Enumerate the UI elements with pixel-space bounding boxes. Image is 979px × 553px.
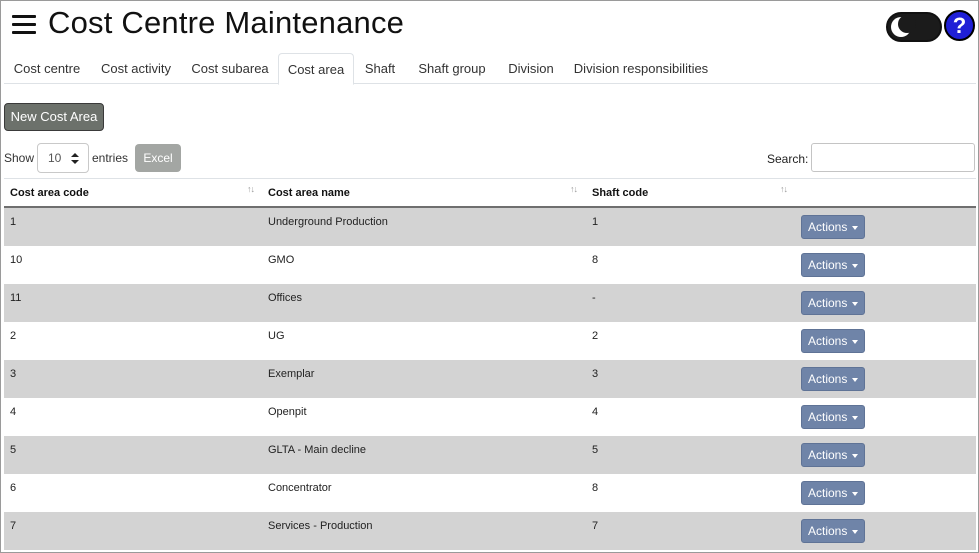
table-row: 2 UG 2 Actions (4, 322, 976, 360)
shaft-code-cell: 1 (592, 216, 599, 228)
cost-area-code-cell: 5 (10, 444, 17, 456)
actions-label: Actions (808, 448, 848, 462)
cost-area-name-cell: UG (268, 330, 285, 342)
actions-label: Actions (808, 372, 848, 386)
shaft-code-cell: 5 (592, 444, 599, 456)
dark-mode-toggle[interactable] (886, 12, 942, 42)
tab-cost-centre[interactable]: Cost centre (4, 53, 90, 84)
cost-area-table: Cost area code ↑↓ Cost area name ↑↓ Shaf… (4, 178, 976, 550)
shaft-code-cell: 2 (592, 330, 599, 342)
shaft-code-cell: 7 (592, 520, 599, 532)
actions-label: Actions (808, 410, 848, 424)
cost-area-code-cell: 4 (10, 406, 17, 418)
cost-area-name-cell: GMO (268, 254, 295, 266)
entries-value: 10 (48, 151, 62, 165)
caret-down-icon (852, 378, 858, 382)
table-row: 10 GMO 8 Actions (4, 246, 976, 284)
table-row: 7 Services - Production 7 Actions (4, 512, 976, 550)
search-input[interactable] (811, 143, 975, 172)
tab-bar: Cost centre Cost activity Cost subarea C… (4, 53, 976, 85)
sort-icon[interactable]: ↑↓ (780, 184, 788, 194)
actions-dropdown-button[interactable]: Actions (801, 215, 865, 239)
cost-area-code-cell: 11 (10, 292, 22, 304)
actions-label: Actions (808, 524, 848, 538)
hamburger-menu-icon[interactable] (12, 15, 36, 35)
actions-dropdown-button[interactable]: Actions (801, 291, 865, 315)
table-row: 5 GLTA - Main decline 5 Actions (4, 436, 976, 474)
tab-cost-area[interactable]: Cost area (278, 53, 354, 85)
actions-dropdown-button[interactable]: Actions (801, 329, 865, 353)
sort-icon[interactable]: ↑↓ (247, 184, 255, 194)
table-row: 6 Concentrator 8 Actions (4, 474, 976, 512)
cost-area-name-cell: Underground Production (268, 216, 388, 228)
cost-area-name-cell: GLTA - Main decline (268, 444, 367, 456)
shaft-code-cell: 4 (592, 406, 599, 418)
caret-down-icon (852, 454, 858, 458)
cost-area-name-cell: Openpit (268, 406, 307, 418)
sort-icon[interactable]: ↑↓ (570, 184, 578, 194)
tab-division-responsibilities[interactable]: Division responsibilities (564, 53, 718, 84)
actions-label: Actions (808, 296, 848, 310)
tab-division[interactable]: Division (498, 53, 564, 84)
actions-label: Actions (808, 220, 848, 234)
table-row: 1 Underground Production 1 Actions (4, 208, 976, 246)
shaft-code-cell: - (592, 292, 596, 304)
actions-dropdown-button[interactable]: Actions (801, 443, 865, 467)
entries-per-page-select[interactable]: 10 (37, 143, 89, 173)
actions-dropdown-button[interactable]: Actions (801, 253, 865, 277)
caret-down-icon (852, 492, 858, 496)
excel-export-button[interactable]: Excel (135, 144, 181, 172)
actions-label: Actions (808, 334, 848, 348)
table-row: 11 Offices - Actions (4, 284, 976, 322)
actions-dropdown-button[interactable]: Actions (801, 519, 865, 543)
app-header: Cost Centre Maintenance ? (0, 0, 979, 50)
tab-shaft-group[interactable]: Shaft group (406, 53, 498, 84)
cost-area-name-cell: Services - Production (268, 520, 373, 532)
entries-label: entries (92, 151, 129, 165)
tab-cost-subarea[interactable]: Cost subarea (182, 53, 278, 84)
new-cost-area-button[interactable]: New Cost Area (4, 103, 104, 131)
column-header-cost-area-name[interactable]: Cost area name (268, 187, 350, 199)
column-header-shaft-code[interactable]: Shaft code (592, 187, 648, 199)
caret-down-icon (852, 340, 858, 344)
help-button[interactable]: ? (944, 10, 975, 41)
actions-dropdown-button[interactable]: Actions (801, 405, 865, 429)
cost-area-code-cell: 1 (10, 216, 17, 228)
shaft-code-cell: 3 (592, 368, 599, 380)
table-row: 4 Openpit 4 Actions (4, 398, 976, 436)
cost-area-code-cell: 2 (10, 330, 17, 342)
page-title: Cost Centre Maintenance (48, 5, 405, 40)
column-header-cost-area-code[interactable]: Cost area code (10, 187, 89, 199)
shaft-code-cell: 8 (592, 254, 599, 266)
actions-label: Actions (808, 486, 848, 500)
cost-area-code-cell: 6 (10, 482, 17, 494)
cost-area-code-cell: 10 (10, 254, 23, 266)
actions-label: Actions (808, 258, 848, 272)
caret-down-icon (852, 264, 858, 268)
caret-down-icon (852, 302, 858, 306)
select-arrows-icon (71, 153, 79, 165)
cost-area-code-cell: 7 (10, 520, 17, 532)
shaft-code-cell: 8 (592, 482, 599, 494)
table-header: Cost area code ↑↓ Cost area name ↑↓ Shaf… (4, 178, 976, 208)
caret-down-icon (852, 226, 858, 230)
tab-cost-activity[interactable]: Cost activity (90, 53, 182, 84)
cost-area-code-cell: 3 (10, 368, 17, 380)
cost-area-name-cell: Concentrator (268, 482, 332, 494)
actions-dropdown-button[interactable]: Actions (801, 481, 865, 505)
show-label: Show (4, 151, 35, 165)
cost-area-name-cell: Offices (268, 292, 303, 304)
caret-down-icon (852, 416, 858, 420)
cost-area-name-cell: Exemplar (268, 368, 315, 380)
search-label: Search: (767, 152, 809, 166)
tab-shaft[interactable]: Shaft (354, 53, 406, 84)
actions-dropdown-button[interactable]: Actions (801, 367, 865, 391)
table-row: 3 Exemplar 3 Actions (4, 360, 976, 398)
caret-down-icon (852, 530, 858, 534)
